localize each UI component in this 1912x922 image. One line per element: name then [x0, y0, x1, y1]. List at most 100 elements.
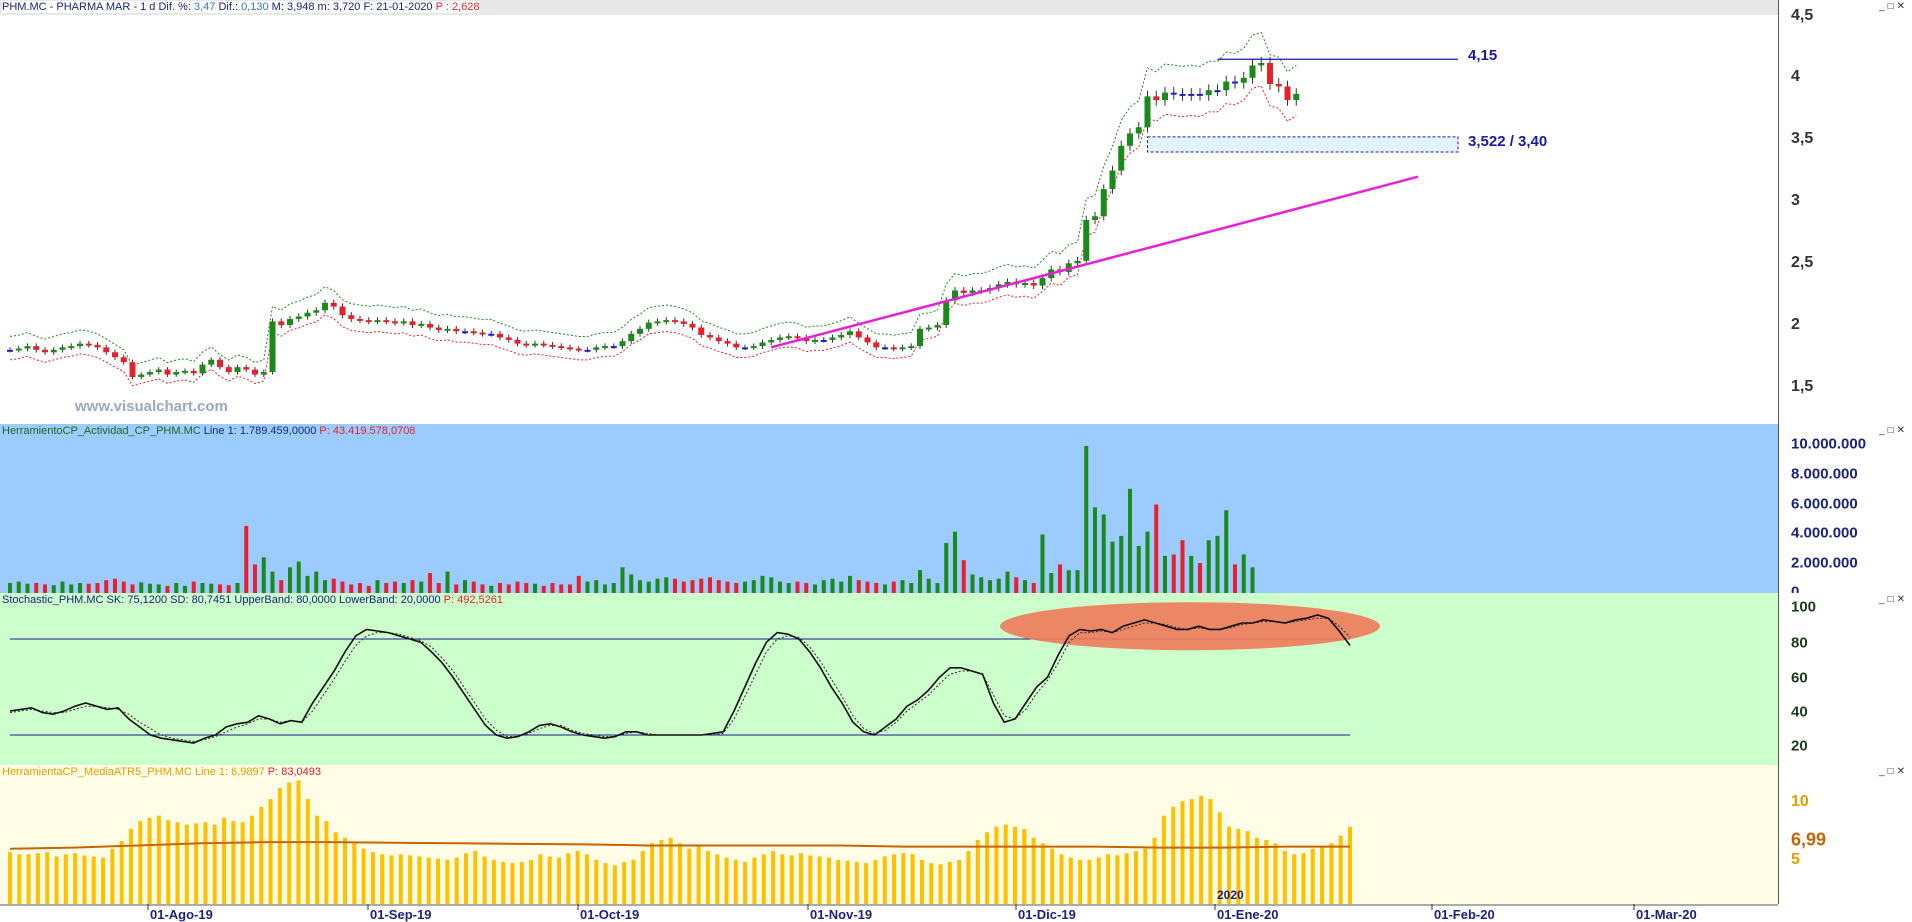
candle	[453, 328, 460, 332]
candle	[278, 321, 285, 326]
volume-bar	[218, 584, 222, 593]
volume-bar	[918, 570, 922, 593]
window-controls[interactable]: _□✕	[1879, 425, 1908, 436]
candle	[882, 347, 888, 350]
atr-bar	[240, 822, 245, 904]
atr-bar	[277, 788, 282, 904]
candle	[899, 347, 906, 350]
candle	[365, 320, 372, 323]
atr-bar	[324, 821, 329, 904]
atr-chart[interactable]	[0, 765, 1778, 904]
volume-bar	[270, 571, 275, 593]
candle	[1205, 90, 1212, 96]
atr-bar	[1124, 853, 1129, 904]
atr-bar	[212, 824, 217, 904]
atr-bar	[1348, 826, 1352, 904]
window-controls[interactable]: _□✕	[1879, 1, 1908, 12]
min-label: m:	[317, 1, 330, 13]
volume-bar	[1128, 488, 1132, 593]
atr-bar	[538, 854, 543, 904]
volume-bar	[506, 584, 511, 593]
volume-bar	[1171, 554, 1176, 593]
candle	[1109, 170, 1116, 190]
volume-chart[interactable]	[0, 424, 1778, 593]
volume-bar	[725, 581, 730, 593]
volume-bar	[235, 583, 240, 593]
candle	[304, 312, 311, 317]
volume-bar	[288, 567, 292, 593]
atr-bar	[1329, 843, 1334, 904]
ub-value: 80,0000	[296, 594, 336, 606]
atr-axis: 10 6,99 5	[1778, 765, 1912, 904]
price-chart[interactable]	[0, 0, 1778, 424]
atr-bar	[957, 859, 962, 904]
window-controls[interactable]: _□✕	[1879, 594, 1908, 605]
candle	[1170, 92, 1177, 95]
price-panel[interactable]: PHM.MC - PHARMA MAR - 1 d Dif. %: 3,47 D…	[0, 0, 1912, 425]
highlight-ellipse	[1000, 602, 1380, 651]
volume-bar	[848, 575, 852, 593]
volume-bar	[200, 583, 205, 593]
atr-bar	[91, 856, 96, 904]
stoch-tick: 100	[1791, 598, 1817, 616]
atr-bar	[929, 863, 934, 904]
volume-bar	[358, 583, 362, 593]
stochastic-panel[interactable]: Stochastic_PHM.MC SK: 75,1200 SD: 80,745…	[0, 593, 1912, 766]
volume-panel[interactable]: HerramientoCP_Actividad_CP_PHM.MC Line 1…	[0, 424, 1912, 594]
date-label: 01-Sep-19	[370, 907, 432, 922]
volume-bar	[970, 574, 975, 593]
candle	[628, 333, 635, 342]
atr-bar	[761, 854, 766, 904]
volume-line-label: Line 1:	[203, 425, 237, 437]
atr-bar	[975, 839, 980, 904]
volume-bar	[979, 577, 984, 593]
candle	[357, 318, 363, 321]
atr-bar	[873, 859, 878, 904]
candle	[925, 327, 932, 330]
candle	[724, 341, 731, 344]
atr-bar	[1264, 839, 1269, 904]
atr-panel[interactable]: HerramientaCP_MediaATR5_PHM.MC Line 1: 6…	[0, 765, 1912, 904]
atr-bar	[612, 865, 617, 904]
date-label: 01-Dic-19	[1018, 907, 1076, 922]
candle	[532, 343, 538, 346]
volume-bar	[1154, 504, 1159, 593]
volume-bar	[550, 583, 555, 593]
atr-bar	[640, 850, 645, 904]
volume-bar	[1119, 535, 1124, 593]
candle	[558, 346, 565, 349]
candle	[672, 320, 678, 323]
sk-label: SK:	[106, 594, 125, 606]
candle	[234, 367, 241, 373]
candle	[182, 370, 188, 373]
volume-bar	[1206, 540, 1211, 593]
candle	[199, 364, 206, 374]
candle	[129, 362, 136, 378]
stochastic-axis: 100 80 60 40 20	[1778, 593, 1912, 765]
candle	[339, 306, 346, 316]
atr-bar	[817, 856, 822, 904]
volume-bar	[16, 581, 21, 593]
candle	[94, 344, 101, 348]
stochastic-chart[interactable]	[0, 593, 1778, 765]
candle	[435, 327, 442, 331]
atr-bar	[789, 855, 794, 904]
window-controls[interactable]: _□✕	[1879, 766, 1908, 777]
atr-bar	[352, 843, 357, 904]
atr-bar	[194, 823, 199, 904]
volume-bar	[804, 583, 809, 593]
volume-bar	[743, 581, 747, 593]
volume-bar	[611, 583, 616, 593]
candle	[470, 331, 477, 334]
candle	[138, 374, 145, 378]
atr-bar	[166, 820, 171, 904]
candle	[1162, 92, 1168, 101]
max-label: M:	[271, 1, 284, 13]
atr-bar	[463, 853, 468, 904]
volume-bar	[856, 580, 861, 593]
atr-bar	[287, 782, 292, 904]
volume-p-value: 43.419.578,0708	[332, 425, 416, 437]
atr-bar	[808, 855, 813, 904]
volume-tick: 6.000.000	[1791, 495, 1858, 513]
atr-bar	[696, 846, 701, 904]
